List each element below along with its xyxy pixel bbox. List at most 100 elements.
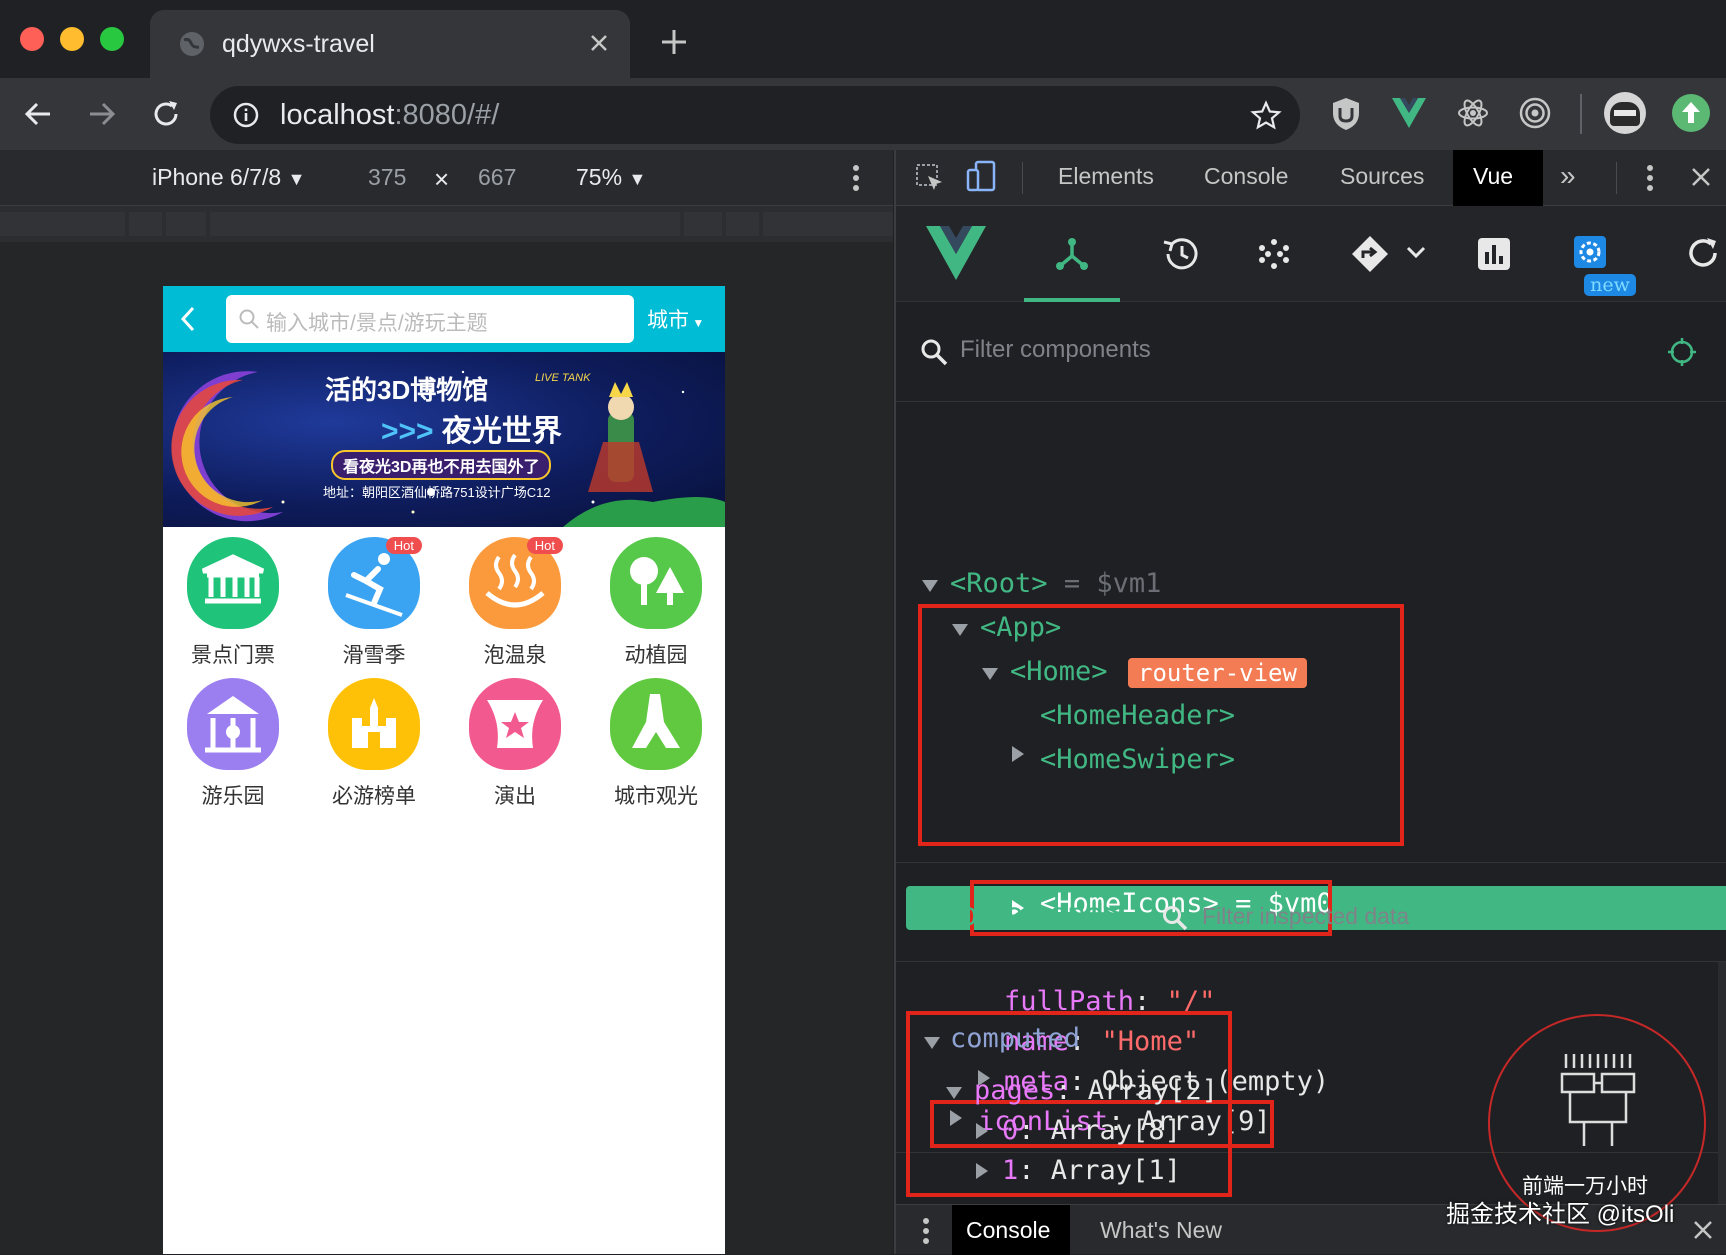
- history-icon[interactable]: [1160, 236, 1198, 272]
- forward-icon[interactable]: [86, 98, 118, 130]
- new-badge: new: [1584, 274, 1636, 296]
- drawer-tab-console[interactable]: Console: [952, 1205, 1070, 1255]
- stage-icon: [487, 700, 543, 748]
- carousel-icon: [205, 696, 261, 753]
- vue-extension-icon[interactable]: [1392, 98, 1426, 128]
- category-icon-item[interactable]: 动植园: [606, 537, 706, 669]
- mobile-page: 输入城市/景点/游玩主题 城市 ▼ 活的3D博物馆 LIVE TANK >>> …: [163, 286, 725, 1254]
- search-icon: [238, 308, 260, 330]
- more-tabs-icon[interactable]: »: [1560, 160, 1576, 192]
- annotation-box-tree: [918, 604, 1404, 846]
- select-component-icon[interactable]: [1666, 336, 1698, 368]
- devtools-tabbar: Elements Console Sources Vue »: [896, 150, 1726, 206]
- inspect-element-icon[interactable]: [914, 162, 946, 194]
- components-tab[interactable]: [1024, 206, 1120, 302]
- back-icon[interactable]: [22, 98, 54, 130]
- close-tab-icon[interactable]: [588, 32, 610, 54]
- drawer-tab-whats-new[interactable]: What's New: [1100, 1217, 1222, 1244]
- update-icon[interactable]: [1672, 94, 1710, 132]
- tab-vue-label: Vue: [1473, 163, 1514, 189]
- device-toolbar: iPhone 6/7/8 ▼ 375 × 667 75% ▼: [0, 150, 893, 206]
- drawer-console-label: Console: [966, 1217, 1051, 1243]
- minimize-window-button[interactable]: [60, 27, 84, 51]
- category-icon-item[interactable]: 景点门票: [183, 537, 283, 669]
- category-icon-item[interactable]: 演出: [465, 678, 565, 810]
- performance-icon[interactable]: [1476, 236, 1512, 272]
- filter-components-input[interactable]: Filter components: [960, 336, 1151, 364]
- museum-icon: [201, 554, 265, 604]
- category-label: 必游榜单: [332, 785, 416, 808]
- category-label: 滑雪季: [342, 644, 406, 667]
- device-mode-icon[interactable]: [966, 160, 998, 194]
- address-bar[interactable]: localhost:8080/#/: [210, 86, 1300, 144]
- height-input[interactable]: 667: [478, 164, 516, 191]
- category-icon-item[interactable]: 城市观光: [606, 678, 706, 810]
- target-extension-icon[interactable]: [1518, 96, 1552, 130]
- width-input[interactable]: 375: [368, 164, 406, 191]
- reload-icon[interactable]: [150, 98, 182, 130]
- more-options-icon[interactable]: [852, 164, 860, 192]
- tree-icon: [630, 557, 684, 605]
- banner-line3: 看夜光3D再也不用去国外了: [331, 450, 552, 480]
- home-swiper-banner[interactable]: 活的3D博物馆 LIVE TANK >>> 夜光世界 看夜光3D再也不用去国外了…: [163, 352, 725, 527]
- close-window-button[interactable]: [20, 27, 44, 51]
- info-icon[interactable]: [232, 101, 260, 129]
- close-devtools-icon[interactable]: [1690, 166, 1712, 188]
- tab-title: qdywxs-travel: [222, 30, 375, 58]
- category-icon-item[interactable]: 游乐园: [183, 678, 283, 810]
- inspector-header: <HomeIcons> Filter inspected data: [896, 862, 1726, 962]
- react-extension-icon[interactable]: [1456, 96, 1490, 130]
- banner-line4: 地址：朝阳区酒仙桥路751设计广场C12: [323, 485, 551, 500]
- city-selector[interactable]: 城市 ▼: [647, 304, 704, 334]
- home-header: 输入城市/景点/游玩主题 城市 ▼: [163, 286, 725, 352]
- devtools-menu-icon[interactable]: [1646, 164, 1654, 192]
- settings-icon[interactable]: [1572, 234, 1608, 270]
- bookmark-star-icon[interactable]: [1250, 100, 1282, 132]
- category-label: 城市观光: [614, 785, 698, 808]
- browser-tab[interactable]: qdywxs-travel: [150, 10, 630, 78]
- tab-console[interactable]: Console: [1204, 163, 1288, 190]
- url-path: :8080/#/: [394, 99, 500, 131]
- close-drawer-icon[interactable]: [1692, 1219, 1714, 1241]
- dimension-separator: ×: [434, 164, 450, 194]
- drawer-menu-icon[interactable]: [922, 1217, 930, 1245]
- filter-inspected-input[interactable]: Filter inspected data: [1202, 903, 1409, 930]
- category-icon-item[interactable]: Hot 滑雪季: [324, 537, 424, 669]
- category-label: 景点门票: [191, 644, 275, 667]
- refresh-icon[interactable]: [1686, 236, 1720, 270]
- components-icon: [1056, 238, 1088, 270]
- ublock-extension-icon[interactable]: [1330, 96, 1362, 132]
- back-arrow-icon[interactable]: [177, 304, 197, 334]
- banner-tag: LIVE TANK: [535, 372, 591, 384]
- media-query-ruler: [0, 206, 893, 242]
- annotation-box-computed: [906, 1011, 1232, 1197]
- vue-devtools-toolbar: new: [896, 206, 1726, 302]
- category-label: 演出: [494, 785, 536, 808]
- router-icon[interactable]: [1350, 234, 1430, 274]
- tab-elements[interactable]: Elements: [1058, 163, 1154, 190]
- url-host: localhost: [280, 99, 395, 131]
- tree-root[interactable]: <Root> = $vm1: [950, 568, 1161, 599]
- zoom-window-button[interactable]: [100, 27, 124, 51]
- tab-sources[interactable]: Sources: [1340, 163, 1424, 190]
- vuex-icon[interactable]: [1258, 238, 1290, 270]
- new-tab-icon[interactable]: [660, 28, 688, 56]
- banner-line2: >>> 夜光世界: [381, 415, 562, 448]
- filter-components-row: Filter components: [896, 302, 1726, 402]
- tab-strip: qdywxs-travel: [0, 0, 1726, 78]
- code-icon[interactable]: [1594, 907, 1624, 929]
- landmark-icon: [632, 694, 680, 748]
- component-tree: <Root> = $vm1 <App> <Home> router-view <…: [896, 402, 1726, 936]
- category-icon-item[interactable]: Hot 泡温泉: [465, 537, 565, 669]
- browser-toolbar: localhost:8080/#/: [0, 78, 1726, 150]
- open-external-icon[interactable]: [1666, 903, 1694, 931]
- device-select[interactable]: iPhone 6/7/8 ▼: [152, 164, 305, 191]
- category-label: 动植园: [624, 644, 688, 667]
- search-input[interactable]: 输入城市/景点/游玩主题: [226, 295, 634, 343]
- zoom-select[interactable]: 75% ▼: [576, 164, 646, 191]
- category-icon-item[interactable]: 必游榜单: [324, 678, 424, 810]
- expand-root-icon[interactable]: [922, 580, 938, 592]
- tab-vue[interactable]: Vue: [1453, 150, 1543, 206]
- avatar[interactable]: [1604, 92, 1646, 134]
- castle-icon: [352, 698, 396, 748]
